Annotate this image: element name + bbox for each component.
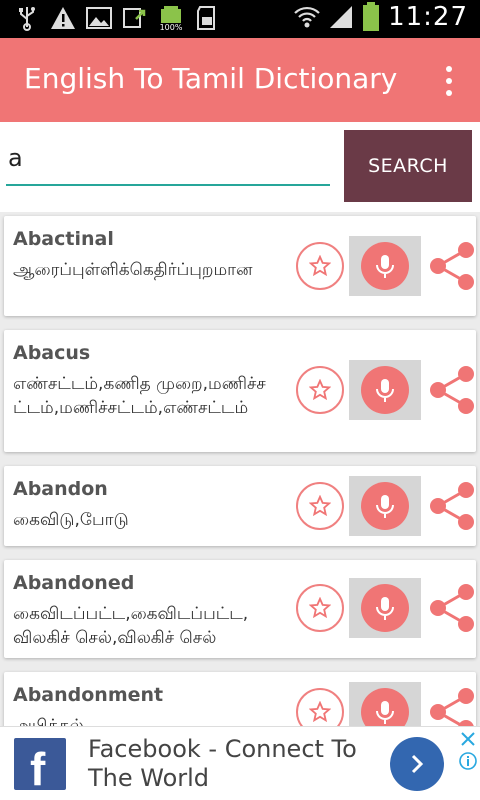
battery-full-icon: 100% <box>160 6 183 31</box>
image-icon <box>86 7 112 29</box>
microphone-icon <box>361 688 409 726</box>
ad-banner[interactable]: f Facebook - Connect To The World <box>0 726 480 800</box>
word-meaning: ஆரைப்புள்ளிக்கெதிர்ப்புறமான <box>13 260 253 280</box>
share-icon[interactable] <box>428 581 478 635</box>
microphone-icon <box>361 482 409 530</box>
word-title: Abandon <box>13 478 108 500</box>
ad-info-icon[interactable] <box>458 751 478 771</box>
word-list[interactable]: Abactinal ஆரைப்புள்ளிக்கெதிர்ப்புறமான Ab… <box>0 212 480 726</box>
speak-button[interactable] <box>349 476 421 536</box>
wifi-icon <box>294 6 320 28</box>
favorite-star-icon[interactable] <box>296 366 344 414</box>
word-meaning: கைவிடப்பட்ட,கைவிடப்பட்ட, விலகிச் செல்,வி… <box>13 604 249 648</box>
usb-icon <box>19 7 35 31</box>
share-icon[interactable] <box>428 363 478 417</box>
facebook-logo: f <box>14 738 66 795</box>
share-icon[interactable] <box>428 685 478 726</box>
word-title: Abandonment <box>13 684 164 706</box>
share-icon[interactable] <box>428 479 478 533</box>
ad-text: Facebook - Connect To The World <box>88 735 357 792</box>
search-button[interactable]: SEARCH <box>344 130 472 202</box>
speak-button[interactable] <box>349 236 421 296</box>
share-icon[interactable] <box>428 239 478 293</box>
clock: 11:27 <box>388 2 468 32</box>
speak-button[interactable] <box>349 578 421 638</box>
more-vert-icon[interactable] <box>444 66 454 96</box>
speak-button[interactable] <box>349 360 421 420</box>
battery-percent: 100% <box>160 23 183 31</box>
word-title: Abacus <box>13 342 91 364</box>
word-title: Abactinal <box>13 228 114 250</box>
search-row: SEARCH <box>0 122 480 212</box>
download-icon <box>123 8 146 28</box>
ad-open-button[interactable] <box>390 737 444 791</box>
microphone-icon <box>361 584 409 632</box>
list-item[interactable]: Abactinal ஆரைப்புள்ளிக்கெதிர்ப்புறமான <box>4 216 476 316</box>
battery-icon <box>363 2 380 31</box>
app-title: English To Tamil Dictionary <box>24 62 398 95</box>
speak-button[interactable] <box>349 682 421 726</box>
word-meaning: கைவிடு,போடு <box>13 510 129 530</box>
word-meaning: அபித்தல் <box>13 716 84 726</box>
list-item[interactable]: Abandon கைவிடு,போடு <box>4 466 476 546</box>
list-item[interactable]: Abandonment அபித்தல் <box>4 672 476 726</box>
favorite-star-icon[interactable] <box>296 688 344 726</box>
sd-card-icon <box>197 6 215 30</box>
microphone-icon <box>361 242 409 290</box>
app-bar: English To Tamil Dictionary <box>0 38 480 122</box>
favorite-star-icon[interactable] <box>296 584 344 632</box>
warning-icon <box>51 7 75 29</box>
search-input[interactable] <box>6 138 330 186</box>
status-right-icons: 11:27 <box>294 2 468 32</box>
favorite-star-icon[interactable] <box>296 242 344 290</box>
list-item[interactable]: Abandoned கைவிடப்பட்ட,கைவிடப்பட்ட, விலகி… <box>4 560 476 658</box>
list-item[interactable]: Abacus எண்சட்டம்,கணித முறை,மணிச்சட்டம்,ம… <box>4 330 476 452</box>
microphone-icon <box>361 366 409 414</box>
chevron-right-icon <box>411 754 424 774</box>
status-bar: 100% 11:27 <box>0 0 480 38</box>
word-title: Abandoned <box>13 572 135 594</box>
ad-close-icon[interactable] <box>458 729 478 749</box>
status-left-icons: 100% <box>14 5 220 31</box>
word-meaning: எண்சட்டம்,கணித முறை,மணிச்சட்டம்,மணிச்சட்… <box>13 374 266 418</box>
signal-icon <box>330 6 353 28</box>
favorite-star-icon[interactable] <box>296 482 344 530</box>
